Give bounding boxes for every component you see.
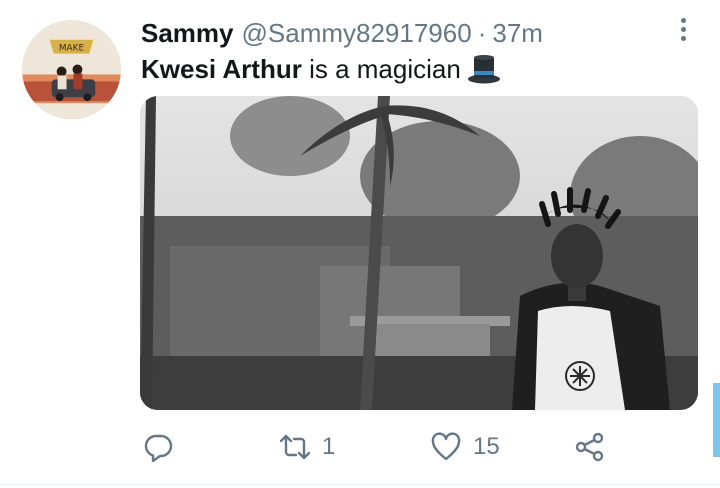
tweet-text-mention: Kwesi Arthur: [141, 54, 302, 84]
retweet-button[interactable]: 1: [280, 425, 335, 469]
tweet-text-body: is a magician: [301, 54, 461, 84]
scroll-indicator[interactable]: [713, 383, 720, 457]
heart-icon: [431, 432, 461, 461]
reply-icon: [144, 434, 173, 462]
tweet-photo[interactable]: [140, 96, 698, 410]
share-icon: [575, 432, 604, 462]
divider: [0, 484, 720, 485]
more-dot: [680, 26, 686, 32]
retweet-icon: [280, 434, 310, 460]
more-options-button[interactable]: [668, 14, 698, 44]
svg-text:MAKE: MAKE: [59, 44, 85, 54]
display-name[interactable]: Sammy: [141, 16, 234, 50]
timestamp[interactable]: 37m: [492, 16, 543, 50]
like-button[interactable]: 15: [431, 425, 500, 469]
user-handle[interactable]: @Sammy82917960: [242, 16, 472, 50]
tweet-actions: 1 15: [0, 425, 720, 469]
avatar-image: MAKE: [22, 20, 121, 119]
separator-dot: ·: [477, 18, 487, 48]
reply-button[interactable]: [143, 425, 173, 469]
retweet-count: 1: [322, 433, 336, 460]
tweet[interactable]: MAKE Sammy @Sammy82917960 · 37m Kwesi Ar…: [0, 0, 720, 488]
top-hat-icon: [467, 55, 500, 84]
more-dot: [680, 17, 686, 23]
tweet-text: Kwesi Arthur is a magician: [141, 52, 501, 86]
share-button[interactable]: [575, 425, 605, 469]
photo-image: [140, 96, 698, 410]
tweet-header: Sammy @Sammy82917960 · 37m: [141, 16, 543, 50]
avatar[interactable]: MAKE: [22, 20, 121, 119]
like-count: 15: [473, 433, 500, 460]
more-dot: [680, 35, 686, 41]
